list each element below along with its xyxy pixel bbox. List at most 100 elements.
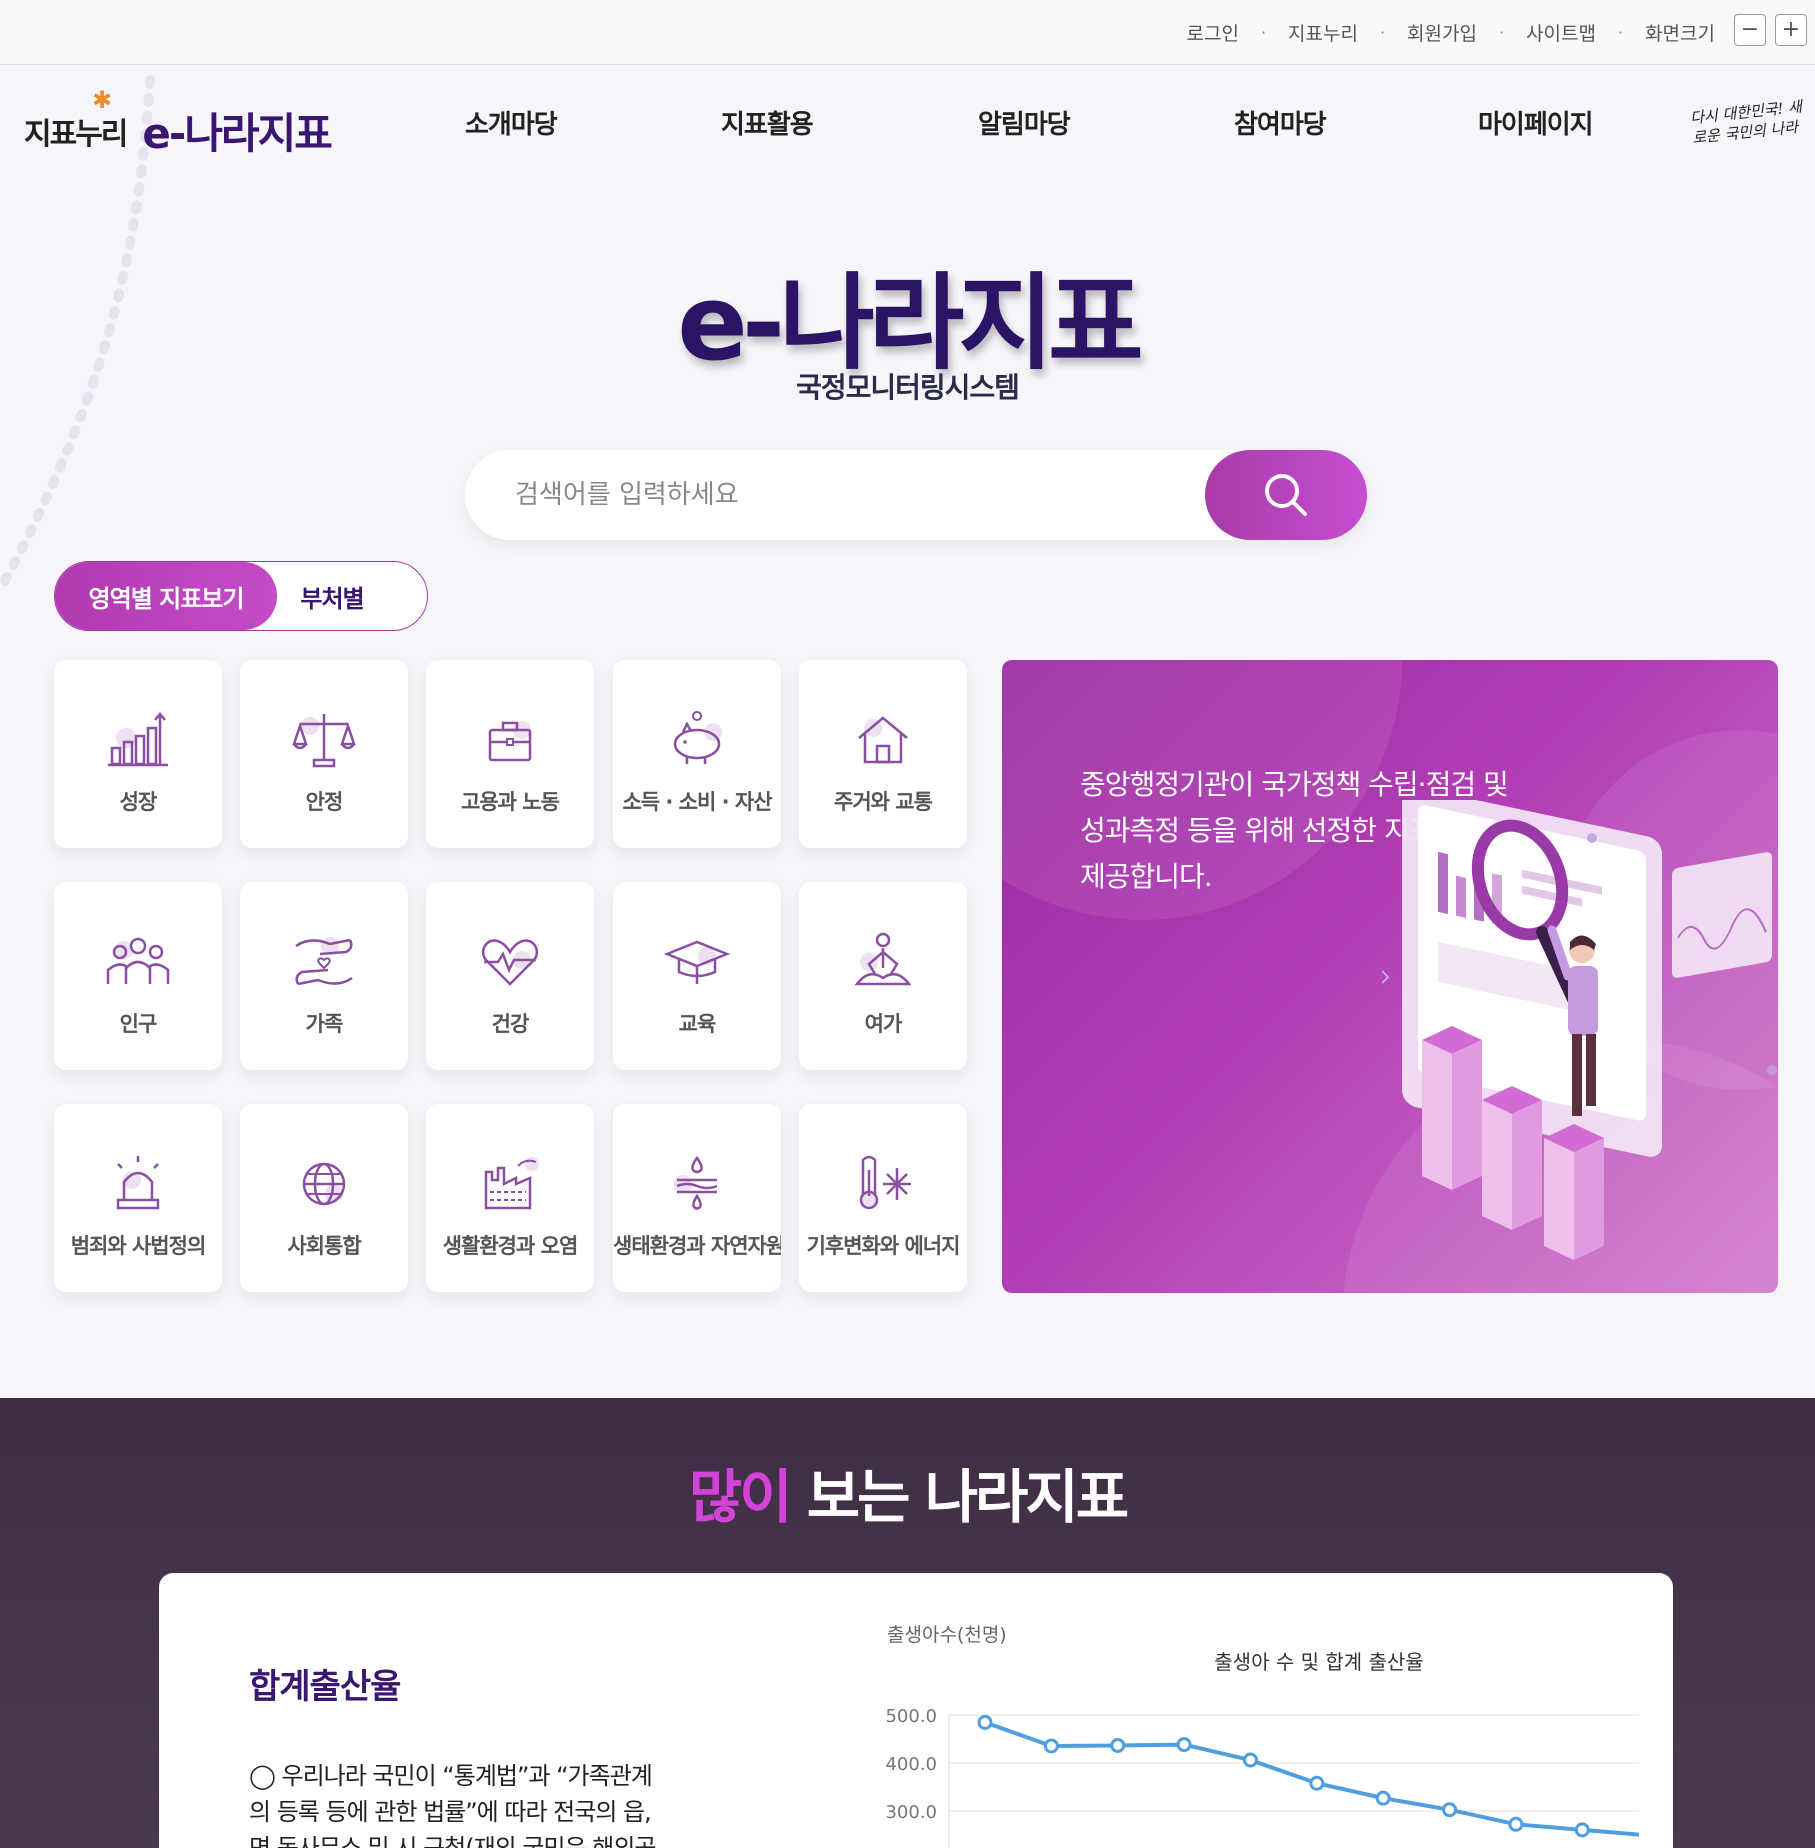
separator: · bbox=[1617, 23, 1624, 42]
nav-notice[interactable]: 알림마당 bbox=[978, 104, 1071, 141]
chart-point[interactable] bbox=[1375, 1790, 1391, 1806]
nav-indicator-use[interactable]: 지표활용 bbox=[721, 104, 814, 141]
category-label: 기후변화와 에너지 bbox=[806, 1234, 961, 1258]
intro-banner: 중앙행정기관이 국가정책 수립·점검 및 성과측정 등을 위해 선정한 지표를 … bbox=[1002, 660, 1778, 1293]
search-icon bbox=[1265, 474, 1307, 516]
category-tile[interactable]: 사회통합 bbox=[240, 1104, 408, 1292]
separator: · bbox=[1379, 23, 1386, 42]
chart-tick-label: 500.0 bbox=[885, 1706, 937, 1727]
category-label: 안정 bbox=[305, 790, 344, 814]
category-label: 교육 bbox=[678, 1012, 717, 1036]
birth-chart: 출생아수(천명) 출생아 수 및 합계 출산율 500.0 400.0 300.0 bbox=[885, 1624, 1639, 1848]
chart-ylabel: 출생아수(천명) bbox=[887, 1624, 1007, 1646]
thermometer-snow-icon bbox=[859, 1155, 911, 1210]
chart-tick-label: 300.0 bbox=[885, 1802, 937, 1823]
category-label: 여가 bbox=[864, 1012, 903, 1036]
chart-point[interactable] bbox=[977, 1714, 993, 1730]
tab-by-ministry[interactable]: 부처별 bbox=[277, 562, 387, 630]
category-label: 인구 bbox=[119, 1012, 158, 1036]
chart-point[interactable] bbox=[1508, 1816, 1524, 1832]
chart-point[interactable] bbox=[1309, 1775, 1325, 1791]
description-line: ◯ 우리나라 국민이 “통계법”과 “가족관계 bbox=[249, 1762, 653, 1790]
water-drop-icon bbox=[674, 1155, 718, 1210]
house-icon bbox=[858, 716, 908, 764]
category-tile[interactable]: 건강 bbox=[426, 882, 594, 1070]
sitemap-link[interactable]: 사이트맵 bbox=[1526, 19, 1596, 46]
search-button[interactable] bbox=[1205, 450, 1367, 540]
category-label: 주거와 교통 bbox=[834, 790, 933, 814]
utility-links: 로그인 · 지표누리 · 회원가입 · 사이트맵 · 화면크기 bbox=[1186, 0, 1715, 65]
description-line: 면,동사무소 및 시,구청(재외 국민은 해외공 bbox=[249, 1834, 657, 1848]
section-title: 많이 보는 나라지표 bbox=[0, 1450, 1815, 1534]
siren-icon bbox=[116, 1156, 160, 1210]
category-tile[interactable]: 소득 · 소비 · 자산 bbox=[613, 660, 781, 848]
category-tile[interactable]: 생활환경과 오염 bbox=[426, 1104, 594, 1292]
section-title-rest: 보는 나라지표 bbox=[789, 1463, 1129, 1531]
category-tile[interactable]: 기후변화와 에너지 bbox=[799, 1104, 967, 1292]
category-tile[interactable]: 가족 bbox=[240, 882, 408, 1070]
globe-icon bbox=[302, 1162, 346, 1206]
popular-indicators-section: 많이 보는 나라지표 합계출산율 ◯ 우리나라 국민이 “통계법”과 “가족관계… bbox=[0, 1398, 1815, 1848]
hero-subtitle: 국정모니터링시스템 bbox=[796, 371, 1020, 404]
description-line: 의 등록 등에 관한 법률”에 따라 전국의 읍, bbox=[249, 1798, 652, 1826]
search-bar bbox=[465, 450, 1367, 540]
jipyonuri-link[interactable]: 지표누리 bbox=[1288, 19, 1358, 46]
category-tile[interactable]: 교육 bbox=[613, 882, 781, 1070]
zoom-in-button[interactable]: + bbox=[1775, 14, 1807, 46]
chart-point[interactable] bbox=[1043, 1738, 1059, 1754]
zoom-out-button[interactable]: − bbox=[1734, 14, 1766, 46]
category-label: 가족 bbox=[305, 1012, 344, 1036]
main-header: 지표누리 ✱ e-나라지표 소개마당 지표활용 알림마당 참여마당 마이페이지 … bbox=[0, 66, 1815, 196]
category-tile[interactable]: 여가 bbox=[799, 882, 967, 1070]
category-label: 범죄와 사법정의 bbox=[70, 1234, 207, 1258]
separator: · bbox=[1498, 23, 1505, 42]
scales-icon bbox=[292, 714, 356, 768]
factory-icon bbox=[484, 1157, 539, 1210]
nav-participation[interactable]: 참여마당 bbox=[1234, 104, 1327, 141]
category-tile[interactable]: 고용과 노동 bbox=[426, 660, 594, 848]
view-tabs: 영역별 지표보기 부처별 bbox=[54, 561, 428, 631]
utility-bar: 로그인 · 지표누리 · 회원가입 · 사이트맵 · 화면크기 − + bbox=[0, 0, 1815, 65]
chart-title: 출생아 수 및 합계 출산율 bbox=[1214, 1650, 1423, 1674]
nav-mypage[interactable]: 마이페이지 bbox=[1478, 104, 1594, 141]
login-link[interactable]: 로그인 bbox=[1186, 19, 1238, 46]
category-label: 건강 bbox=[491, 1012, 530, 1036]
category-label: 성장 bbox=[119, 790, 158, 814]
heartbeat-icon bbox=[481, 939, 539, 986]
search-input[interactable] bbox=[515, 450, 1215, 540]
chart-point[interactable] bbox=[1242, 1752, 1258, 1768]
category-tile[interactable]: 주거와 교통 bbox=[799, 660, 967, 848]
category-tile[interactable]: 생태환경과 자연자원 bbox=[613, 1104, 781, 1292]
chart-point[interactable] bbox=[1442, 1802, 1458, 1818]
star-icon: ✱ bbox=[92, 86, 113, 114]
slogan: 다시 대한민국! 새로운 국민의 나라 bbox=[1689, 97, 1803, 148]
chart-point[interactable] bbox=[1110, 1737, 1126, 1753]
logo-sub-text: 지표누리 bbox=[24, 116, 128, 152]
indicator-description: ◯ 우리나라 국민이 “통계법”과 “가족관계 의 등록 등에 관한 법률”에 … bbox=[249, 1758, 659, 1848]
section-title-accent: 많이 bbox=[688, 1463, 793, 1531]
category-tile[interactable]: 범죄와 사법정의 bbox=[54, 1104, 222, 1292]
category-label: 사회통합 bbox=[287, 1234, 361, 1258]
chart-point[interactable] bbox=[1574, 1822, 1590, 1838]
screen-size-label: 화면크기 bbox=[1645, 23, 1715, 45]
chart-tick-label: 400.0 bbox=[885, 1754, 937, 1775]
tab-by-area[interactable]: 영역별 지표보기 bbox=[55, 562, 277, 630]
category-label: 소득 · 소비 · 자산 bbox=[622, 790, 772, 814]
category-label: 생활환경과 오염 bbox=[442, 1234, 579, 1258]
logo-main-text: e-나라지표 bbox=[142, 109, 332, 158]
briefcase-icon bbox=[488, 721, 532, 762]
indicator-card[interactable]: 합계출산율 ◯ 우리나라 국민이 “통계법”과 “가족관계 의 등록 등에 관한… bbox=[159, 1573, 1673, 1848]
separator: · bbox=[1260, 23, 1267, 42]
category-tile[interactable]: 안정 bbox=[240, 660, 408, 848]
category-label: 생태환경과 자연자원 bbox=[613, 1234, 781, 1258]
category-label: 고용과 노동 bbox=[461, 790, 560, 814]
nav-intro[interactable]: 소개마당 bbox=[465, 104, 558, 141]
hands-heart-icon bbox=[295, 937, 353, 986]
category-tile[interactable]: 성장 bbox=[54, 660, 222, 848]
signup-link[interactable]: 회원가입 bbox=[1407, 19, 1477, 46]
site-logo[interactable]: 지표누리 ✱ e-나라지표 bbox=[24, 86, 333, 161]
category-tile[interactable]: 인구 bbox=[54, 882, 222, 1070]
graduation-cap-icon bbox=[663, 940, 731, 984]
bar-chart-icon bbox=[108, 712, 168, 767]
chart-point[interactable] bbox=[1176, 1737, 1192, 1753]
